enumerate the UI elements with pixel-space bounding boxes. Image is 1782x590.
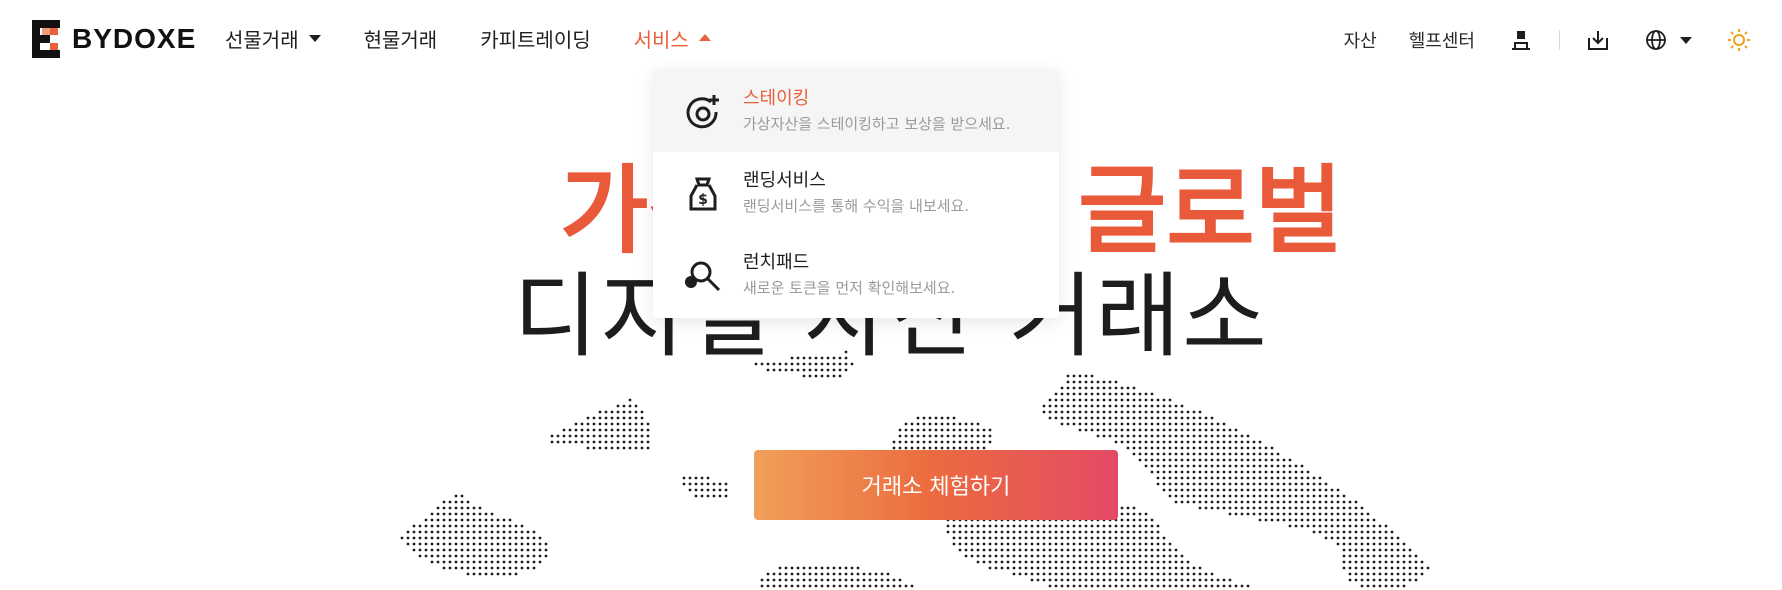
launchpad-search-icon	[685, 261, 721, 292]
chevron-down-icon	[1680, 36, 1692, 44]
main-nav: 선물거래 현물거래 카피트레이딩 서비스	[225, 24, 754, 53]
divider	[1559, 30, 1560, 50]
nav-services-label: 서비스	[633, 28, 689, 52]
language-selector[interactable]	[1644, 28, 1692, 52]
lending-bag-icon: $	[689, 177, 717, 211]
svg-text:$: $	[698, 192, 708, 208]
staking-icon	[686, 95, 719, 129]
sun-icon[interactable]	[1726, 27, 1752, 53]
lending-desc: 랜딩서비스를 통해 수익을 내보세요.	[743, 197, 970, 215]
nav-copy-trading[interactable]: 카피트레이딩	[480, 24, 590, 53]
brand-name: BYDOXE	[72, 23, 197, 54]
top-header: BYDOXE 선물거래 현물거래 카피트레이딩 서비스 자산 헬프센터	[0, 0, 1782, 80]
nav-spot[interactable]: 현물거래	[364, 24, 438, 53]
help-center-link[interactable]: 헬프센터	[1409, 27, 1475, 53]
nav-services[interactable]: 서비스	[634, 24, 711, 53]
nav-spot-label: 현물거래	[363, 28, 438, 52]
right-nav: 자산 헬프센터	[1312, 22, 1752, 58]
dropdown-item-staking[interactable]: 스테이킹 가상자산을 스테이킹하고 보상을 받으세요.	[653, 70, 1059, 152]
dropdown-item-launchpad[interactable]: 런치패드 새로운 토큰을 먼저 확인해보세요.	[653, 234, 1059, 316]
nav-futures-label: 선물거래	[225, 28, 299, 52]
lending-title: 랜딩서비스	[743, 170, 826, 191]
launchpad-desc: 새로운 토큰을 먼저 확인해보세요.	[743, 279, 956, 297]
staking-title: 스테이킹	[743, 88, 810, 109]
assets-link[interactable]: 자산	[1344, 27, 1377, 53]
services-dropdown: 스테이킹 가상자산을 스테이킹하고 보상을 받으세요. $ 랜딩서비스 랜딩서비…	[653, 70, 1059, 318]
logo-mark-icon	[32, 20, 60, 58]
globe-icon	[1646, 30, 1666, 50]
hero-line1-right: 글로벌	[1078, 155, 1343, 267]
chevron-down-icon	[308, 35, 321, 42]
download-icon[interactable]	[1586, 28, 1610, 52]
brand-logo[interactable]: BYDOXE	[32, 20, 196, 58]
user-icon[interactable]	[1509, 28, 1533, 52]
launchpad-title: 런치패드	[743, 252, 810, 273]
chevron-up-icon	[698, 34, 711, 41]
nav-copy-trading-label: 카피트레이딩	[480, 28, 591, 52]
staking-desc: 가상자산을 스테이킹하고 보상을 받으세요.	[743, 115, 1011, 133]
try-exchange-button[interactable]: 거래소 체험하기	[754, 450, 1118, 520]
dropdown-item-lending[interactable]: $ 랜딩서비스 랜딩서비스를 통해 수익을 내보세요.	[653, 152, 1059, 234]
nav-futures[interactable]: 선물거래	[225, 24, 321, 53]
